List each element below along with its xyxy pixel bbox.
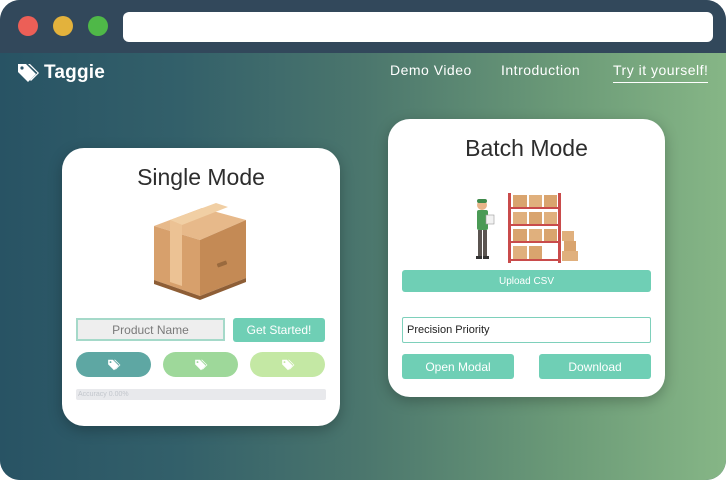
cardboard-box-image [154,203,246,300]
nav-demo-video[interactable]: Demo Video [390,62,472,78]
download-button[interactable]: Download [539,354,651,379]
warehouse-illustration [476,193,578,263]
brand-logo[interactable]: Taggie [16,61,105,85]
get-started-button[interactable]: Get Started! [233,318,325,342]
batch-mode-title: Batch Mode [465,135,588,161]
tag-button-2[interactable] [163,352,238,377]
priority-select[interactable]: Precision Priority [402,317,651,343]
nav-try-it-yourself[interactable]: Try it yourself! [613,62,709,83]
tag-button-3[interactable] [250,352,325,377]
close-window-button[interactable] [18,16,38,36]
open-modal-button[interactable]: Open Modal [402,354,514,379]
batch-mode-card: Batch Mode Upload CSV Precision Priority… [388,119,665,397]
tags-icon [107,359,120,370]
nav-introduction[interactable]: Introduction [501,62,580,78]
single-mode-title: Single Mode [137,164,265,190]
accuracy-progress-bar: Accuracy 0.00% [76,389,326,400]
single-mode-card: Single Mode Product Name Get Started! Ac… [62,148,340,426]
brand-name: Taggie [44,62,106,83]
minimize-window-button[interactable] [53,16,73,36]
browser-window: Taggie Demo Video Introduction Try it yo… [0,0,726,480]
maximize-window-button[interactable] [88,16,108,36]
tag-button-1[interactable] [76,352,151,377]
title-bar [0,0,726,53]
tags-icon [18,64,39,82]
product-name-input[interactable]: Product Name [76,318,225,341]
upload-csv-button[interactable]: Upload CSV [402,270,651,292]
tags-icon [281,359,294,370]
page-content: Taggie Demo Video Introduction Try it yo… [0,53,726,480]
tags-icon [194,359,207,370]
address-bar[interactable] [123,12,713,42]
